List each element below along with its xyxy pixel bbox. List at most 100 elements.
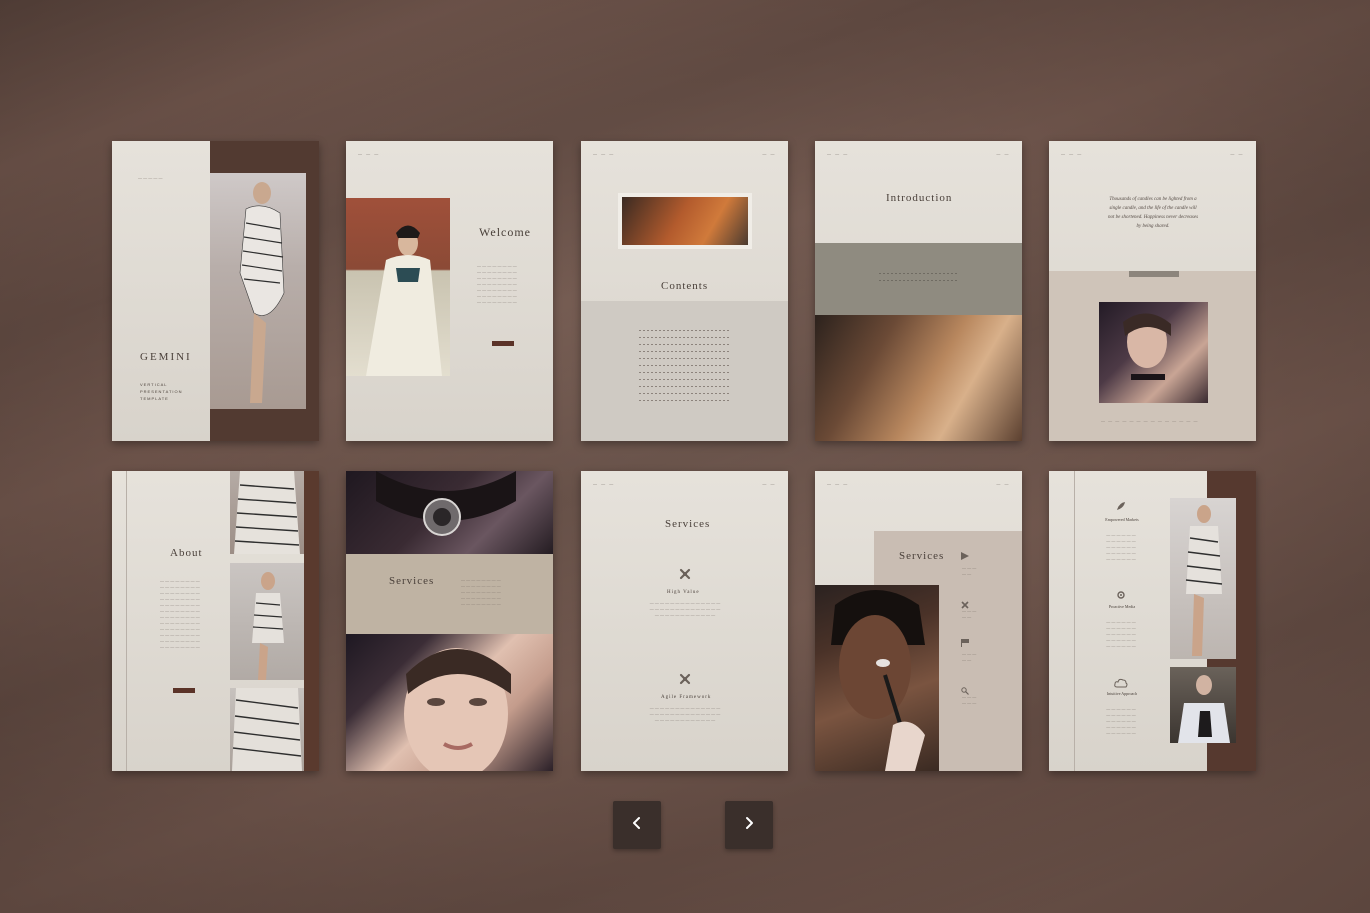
welcome-title: Welcome xyxy=(479,225,532,239)
about-paragraph: — — — — — — — — — — — — — — — — — — — — — … xyxy=(160,578,200,649)
cover-small-caption: — — — — — xyxy=(138,175,163,180)
services-b-item-1-text: — — — — — — — — — — — — — — — — — — — — —… xyxy=(649,600,721,617)
slide-header-right: — — xyxy=(996,151,1010,156)
contents-title: Contents xyxy=(661,280,709,292)
services-a-face-illustration xyxy=(404,648,511,771)
gear-icon xyxy=(1116,587,1126,599)
slide-about[interactable]: About — — — — — — — — — — — — — — — — — — … xyxy=(112,471,319,771)
introduction-title: Introduction xyxy=(886,192,953,204)
services-a-title: Services xyxy=(389,575,435,587)
about-mini-button xyxy=(173,688,195,693)
features-item-2-text: — — — — — — — — — — — — — — — — — — — — — —… xyxy=(1106,619,1136,648)
search-icon xyxy=(961,682,969,695)
slide-introduction[interactable]: — — — — — Introduction xyxy=(815,141,1022,441)
contents-row-11 xyxy=(639,400,731,401)
features-photo-top xyxy=(1170,498,1236,659)
slide-features[interactable]: Empowered Markets — — — — — — — — — — — —… xyxy=(1049,471,1256,771)
contents-lower-panel xyxy=(581,301,788,441)
contents-row-10 xyxy=(639,393,731,394)
introduction-band xyxy=(815,243,1022,315)
features-item-3: Intuitive Approach xyxy=(1106,691,1138,696)
about-figure-illustration xyxy=(252,572,284,680)
cover-subtitle-1: Vertical xyxy=(140,382,168,387)
slide-header-left: — — — xyxy=(827,151,849,156)
cover-brand: Gemini xyxy=(140,351,192,363)
cloud-icon xyxy=(1114,675,1128,688)
services-c-feature-1: — — — — — xyxy=(962,565,977,576)
background xyxy=(0,0,1370,913)
quote-text: Thousands of candles can be lighted from… xyxy=(1107,197,1199,229)
about-dress-illustration-2 xyxy=(232,688,302,771)
chevron-right-icon xyxy=(742,816,756,835)
next-button[interactable] xyxy=(725,801,773,849)
quote-face-illustration xyxy=(1123,313,1171,380)
about-photo-top xyxy=(230,471,304,554)
about-photo-middle xyxy=(230,563,304,680)
slide-header-left: — — — xyxy=(827,481,849,486)
slide-quote[interactable]: — — — — — Thousands of candles can be li… xyxy=(1049,141,1256,441)
about-dress-illustration-1 xyxy=(234,471,300,554)
features-item-3-text: — — — — — — — — — — — — — — — — — — — — — —… xyxy=(1106,706,1136,735)
about-title: About xyxy=(170,547,203,559)
slide-header-right: — — xyxy=(762,481,776,486)
contents-row-8 xyxy=(639,379,731,380)
services-c-face-illustration xyxy=(831,590,925,771)
services-b-item-2-text: — — — — — — — — — — — — — — — — — — — — —… xyxy=(649,705,721,722)
contents-row-3 xyxy=(639,344,731,345)
introduction-line-1 xyxy=(879,273,959,274)
features-item-1: Empowered Markets xyxy=(1105,517,1139,522)
quote-photo xyxy=(1099,302,1208,403)
introduction-photo xyxy=(815,315,1022,441)
slide-header-right: — — xyxy=(762,151,776,156)
contents-row-6 xyxy=(639,365,731,366)
about-photo-bottom xyxy=(230,688,304,771)
services-c-title: Services xyxy=(899,550,945,562)
about-right-band xyxy=(304,471,319,771)
contents-row-4 xyxy=(639,351,731,352)
features-left-rule xyxy=(1074,471,1075,771)
welcome-paragraph: — — — — — — — — — — — — — — — — — — — — — … xyxy=(477,263,517,304)
welcome-figure-illustration xyxy=(366,225,442,376)
services-a-photo-top xyxy=(346,471,553,554)
welcome-mini-button xyxy=(492,341,514,346)
features-photo-bottom xyxy=(1170,667,1236,743)
previous-button[interactable] xyxy=(613,801,661,849)
services-a-band xyxy=(346,554,553,634)
services-a-paragraph: — — — — — — — — — — — — — — — — — — — — — … xyxy=(461,577,501,606)
quote-footer-line: — — — — — — — — — — — — — — xyxy=(1101,418,1199,423)
slide-services-a[interactable]: Services — — — — — — — — — — — — — — — — —… xyxy=(346,471,553,771)
contents-row-5 xyxy=(639,358,731,359)
slide-services-b[interactable]: — — — — — Services High Value — — — — — … xyxy=(581,471,788,771)
slide-cover[interactable]: — — — — — Gemini Vertical Presentation T… xyxy=(112,141,319,441)
services-c-photo xyxy=(815,585,939,771)
cover-photo xyxy=(210,173,306,409)
slide-header-left: — — — xyxy=(358,151,380,156)
services-a-photo-bottom xyxy=(346,634,553,771)
slide-header-right: — — xyxy=(996,481,1010,486)
slide-contents[interactable]: — — — — — Contents xyxy=(581,141,788,441)
features-person-illustration xyxy=(1178,675,1230,743)
slide-header-right: — — xyxy=(1230,151,1244,156)
slide-welcome[interactable]: — — — Welcome — — — — — — — — — — — — — —… xyxy=(346,141,553,441)
feather-icon xyxy=(1116,498,1126,510)
about-left-rule xyxy=(126,471,127,771)
services-b-item-2: Agile Framework xyxy=(661,695,712,700)
features-item-1-text: — — — — — — — — — — — — — — — — — — — — — —… xyxy=(1106,532,1136,561)
chevron-left-icon xyxy=(630,816,644,835)
contents-photo xyxy=(622,197,748,245)
puzzle-icon-2 xyxy=(679,672,691,685)
slide-header-left: — — — xyxy=(593,151,615,156)
introduction-line-2 xyxy=(879,280,959,281)
puzzle-icon-3 xyxy=(961,596,969,609)
slide-header-left: — — — xyxy=(593,481,615,486)
slide-services-c[interactable]: — — — — — Services — — — — — — — — — — — —… xyxy=(815,471,1022,771)
welcome-photo xyxy=(346,198,450,376)
puzzle-icon xyxy=(679,567,691,580)
features-item-2: Proactive Media xyxy=(1108,604,1136,609)
quote-mini-bar xyxy=(1129,271,1179,277)
features-figure-illustration xyxy=(1185,505,1223,656)
flag-icon xyxy=(961,639,969,647)
slide-header-left: — — — xyxy=(1061,151,1083,156)
cover-subtitle-2: Presentation xyxy=(140,389,183,394)
contents-row-7 xyxy=(639,372,731,373)
